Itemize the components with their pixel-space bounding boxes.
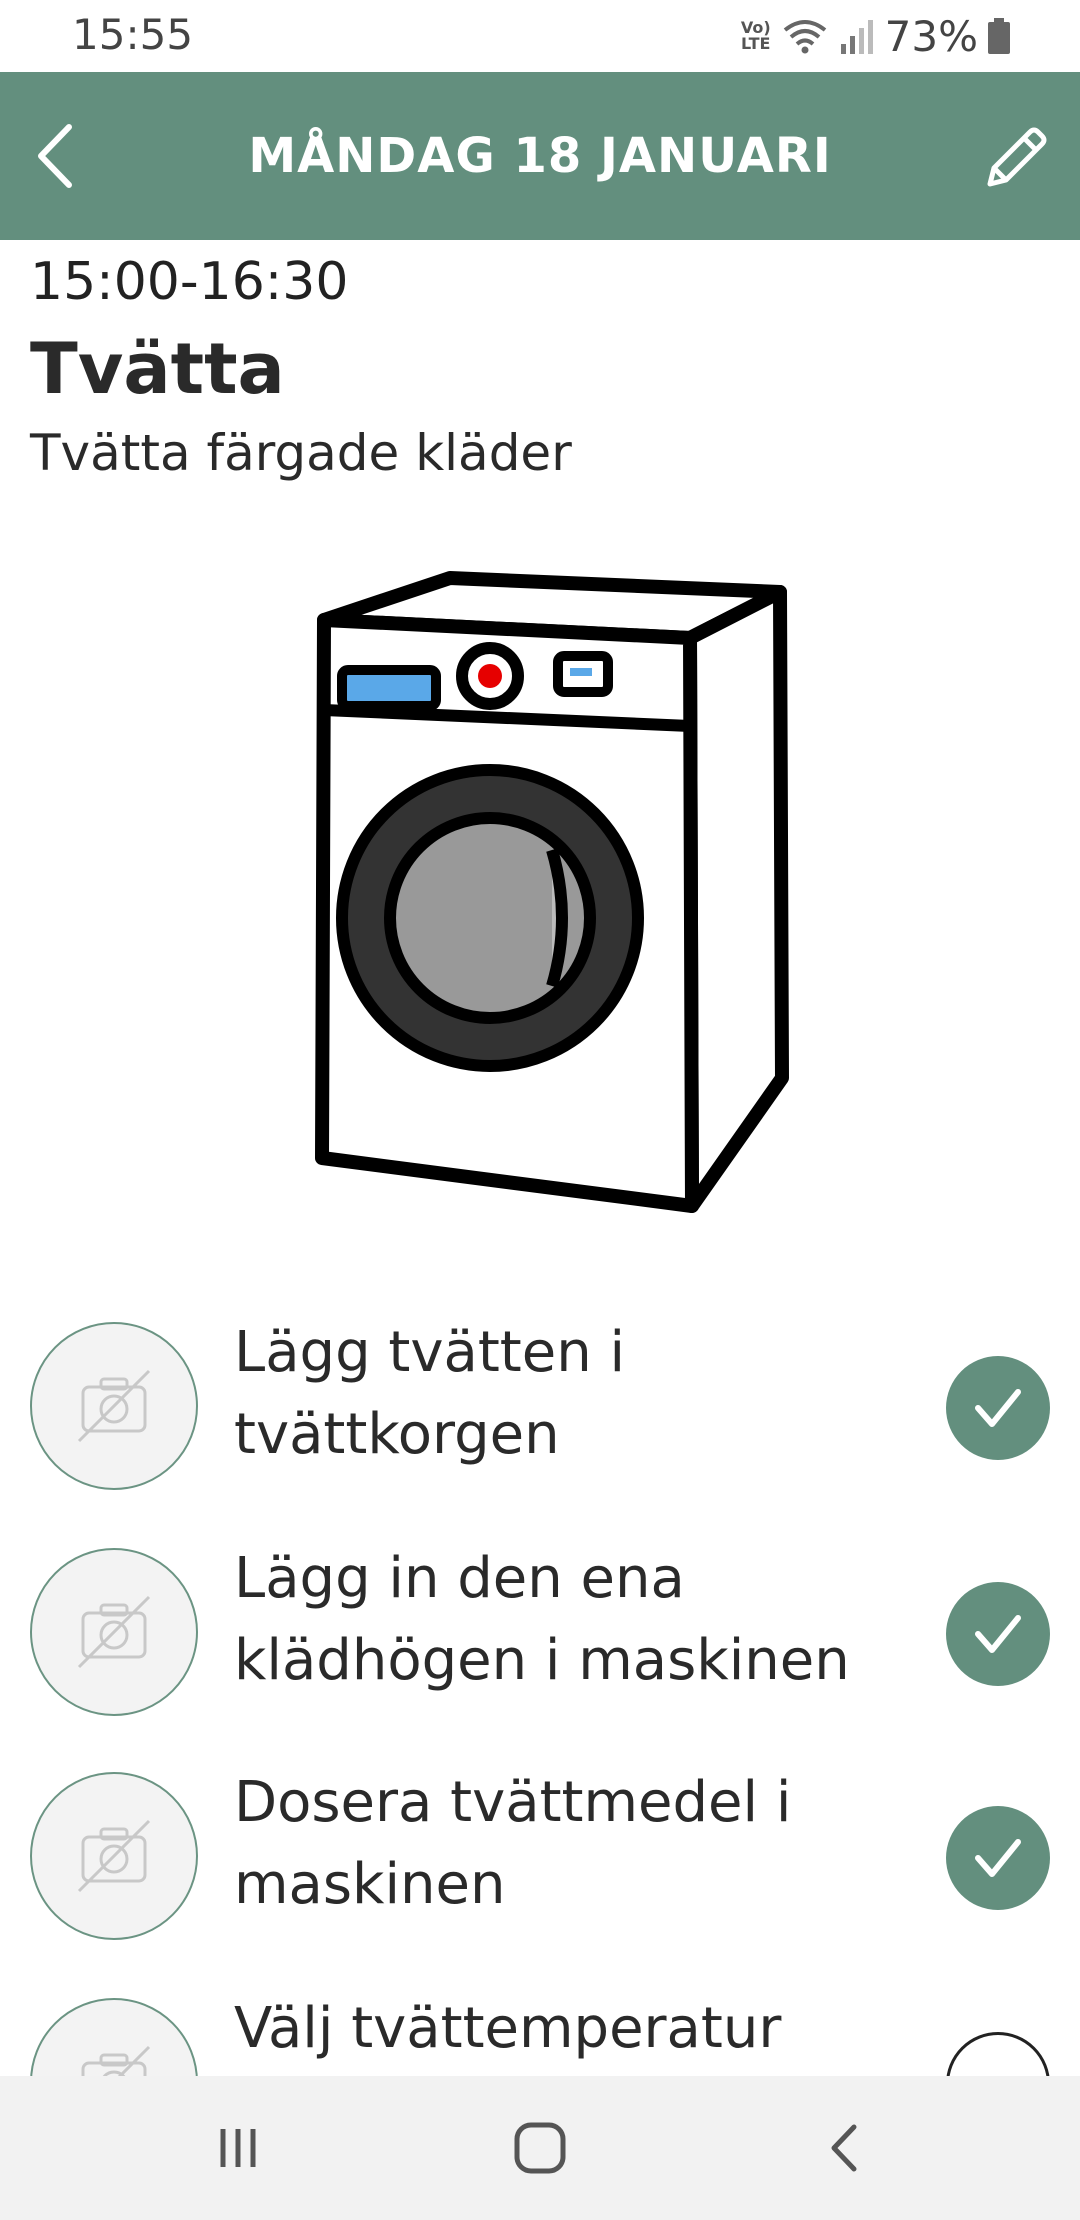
step-text: Dosera tvättmedel i maskinen — [234, 1770, 792, 1917]
washing-machine-illustration — [315, 571, 789, 1213]
checkmark-icon — [975, 1839, 1021, 1877]
step-photo-placeholder[interactable] — [30, 1322, 198, 1490]
page-title: MÅNDAG 18 JANUARI — [248, 128, 832, 184]
step-photo-placeholder[interactable] — [30, 1548, 198, 1716]
recent-apps-icon — [220, 2129, 256, 2167]
step-text: Lägg in den ena klädhögen i maskinen — [234, 1546, 850, 1693]
checkmark-icon — [975, 1389, 1021, 1427]
list-item: Lägg tvätten i tvättkorgen — [0, 1312, 1080, 1512]
home-button[interactable] — [490, 2108, 590, 2188]
pencil-icon — [987, 127, 1047, 187]
edit-button[interactable] — [976, 118, 1056, 198]
no-photo-icon — [77, 1595, 151, 1669]
volte-icon: Vo) LTE — [740, 18, 771, 53]
system-back-button[interactable] — [794, 2108, 894, 2188]
activity-description: Tvätta färgade kläder — [30, 424, 572, 482]
status-icons: Vo) LTE 73% — [741, 10, 1010, 62]
no-photo-icon — [77, 1819, 151, 1893]
app-header: MÅNDAG 18 JANUARI — [0, 72, 1080, 240]
home-icon — [514, 2122, 566, 2174]
step-text: Välj tvättemperatur — [234, 1996, 782, 2061]
system-nav-bar — [0, 2076, 1080, 2220]
step-photo-placeholder[interactable] — [30, 1772, 198, 1940]
signal-icon — [840, 20, 873, 54]
activity-time-range: 15:00-16:30 — [30, 252, 349, 312]
status-time: 15:55 — [72, 10, 194, 59]
status-bar: 15:55 Vo) LTE 73% — [0, 0, 1080, 72]
no-photo-icon — [77, 1369, 151, 1443]
activity-title: Tvätta — [30, 328, 285, 410]
wifi-icon — [783, 20, 826, 54]
back-icon — [831, 2124, 857, 2172]
recent-apps-button[interactable] — [188, 2108, 288, 2188]
step-text: Lägg tvätten i tvättkorgen — [234, 1320, 626, 1467]
list-item: Lägg in den ena klädhögen i maskinen — [0, 1538, 1080, 1738]
battery-icon — [988, 18, 1010, 54]
step-done-checkbox[interactable] — [946, 1356, 1050, 1460]
list-item: Dosera tvättmedel i maskinen — [0, 1762, 1080, 1962]
checkmark-icon — [975, 1615, 1021, 1653]
step-done-checkbox[interactable] — [946, 1582, 1050, 1686]
battery-percent: 73% — [884, 11, 978, 61]
step-done-checkbox[interactable] — [946, 1806, 1050, 1910]
